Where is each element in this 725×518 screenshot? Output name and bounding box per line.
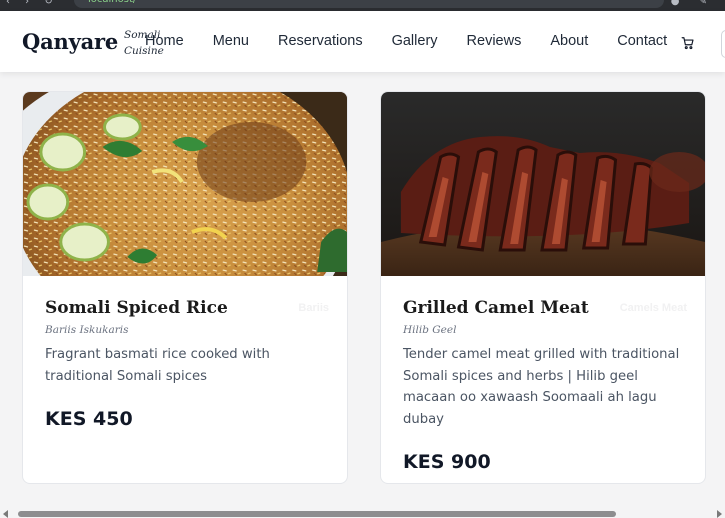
brand-name: Qanyare — [22, 29, 119, 54]
brand-logo[interactable]: Qanyare Somali Cuisine — [22, 29, 164, 59]
dish-tag: Bariis — [298, 302, 329, 314]
language-toggle[interactable] — [721, 30, 725, 58]
grilled-camel-meat-photo — [381, 92, 705, 276]
scroll-right-arrow-icon[interactable] — [717, 510, 722, 518]
dish-description: Tender camel meat grilled with tradition… — [403, 347, 680, 427]
card-body: Grilled Camel Meat Camels Meat Hilib Gee… — [403, 298, 687, 473]
scroll-left-arrow-icon[interactable] — [3, 510, 8, 518]
nav-contact[interactable]: Contact — [617, 33, 667, 49]
nav-reservations[interactable]: Reservations — [278, 33, 363, 49]
dish-description: Fragrant basmati rice cooked with tradit… — [45, 347, 270, 384]
nav-reviews[interactable]: Reviews — [467, 33, 522, 49]
address-bar[interactable]: localhost/ — [74, 0, 664, 8]
main-nav: Home Menu Reservations Gallery Reviews A… — [145, 33, 667, 49]
nav-home[interactable]: Home — [145, 33, 184, 49]
dish-price: KES 450 — [45, 408, 133, 430]
site-header: Qanyare Somali Cuisine Home Menu Reserva… — [0, 11, 725, 72]
dish-local-name: Bariis Iskukaris — [45, 324, 129, 336]
extension-icons[interactable]: ● ✎ — [671, 0, 715, 7]
browser-toolbar: ‹ › ↻ localhost/ ● ✎ — [0, 0, 725, 11]
cart-icon[interactable] — [681, 36, 695, 50]
browser-nav-icons[interactable]: ‹ › ↻ — [6, 0, 59, 7]
dish-price: KES 900 — [403, 451, 491, 473]
menu-card-spiced-rice[interactable]: Somali Spiced Rice Bariis Bariis Iskukar… — [22, 91, 348, 484]
nav-gallery[interactable]: Gallery — [392, 33, 438, 49]
scrollbar-thumb[interactable] — [18, 511, 616, 517]
dish-tag: Camels Meat — [619, 302, 687, 314]
menu-card-grilled-camel[interactable]: Grilled Camel Meat Camels Meat Hilib Gee… — [380, 91, 706, 484]
card-body: Somali Spiced Rice Bariis Bariis Iskukar… — [45, 298, 329, 430]
dish-title: Somali Spiced Rice — [45, 298, 228, 318]
nav-about[interactable]: About — [550, 33, 588, 49]
nav-menu[interactable]: Menu — [213, 33, 249, 49]
horizontal-scrollbar[interactable] — [0, 509, 725, 518]
spiced-rice-photo — [23, 92, 347, 276]
dish-local-name: Hilib Geel — [403, 324, 457, 336]
